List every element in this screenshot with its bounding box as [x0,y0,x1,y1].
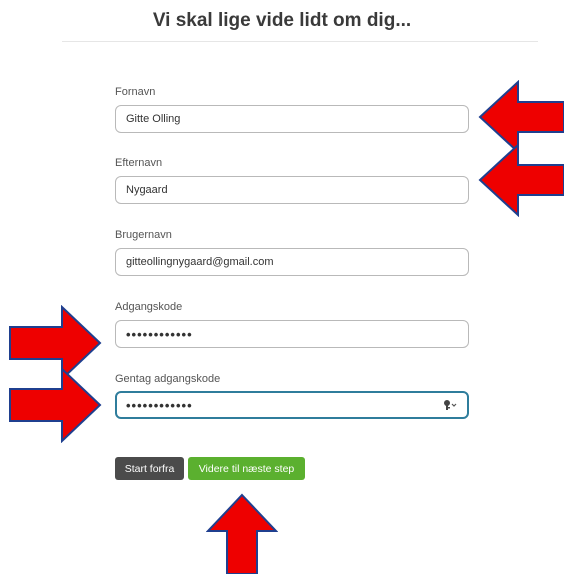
next-step-button[interactable]: Videre til næste step [188,457,305,480]
arrow-left-icon [478,143,564,217]
username-label: Brugernavn [115,229,172,241]
password-label: Adgangskode [115,301,183,313]
header-divider [62,41,538,42]
password-value: •••••••••••• [126,326,193,342]
page-title: Vi skal lige vide lidt om dig... [152,10,412,31]
key-icon[interactable] [443,399,457,411]
last-name-input[interactable]: Nygaard [115,176,469,204]
last-name-value: Nygaard [126,184,168,196]
last-name-label: Efternavn [115,157,163,169]
username-input[interactable]: gitteollingnygaard@gmail.com [115,248,469,276]
password-repeat-value: •••••••••••• [126,397,193,413]
password-repeat-label: Gentag adgangskode [115,373,221,385]
start-over-button[interactable]: Start forfra [115,457,184,480]
arrow-up-icon [206,493,278,574]
password-input[interactable]: •••••••••••• [115,320,469,348]
username-value: gitteollingnygaard@gmail.com [126,256,274,268]
first-name-label: Fornavn [115,86,156,98]
first-name-input[interactable]: Gitte Olling [115,105,469,133]
first-name-value: Gitte Olling [126,113,181,125]
arrow-right-icon [9,367,102,443]
password-repeat-input[interactable]: •••••••••••• [115,391,469,419]
